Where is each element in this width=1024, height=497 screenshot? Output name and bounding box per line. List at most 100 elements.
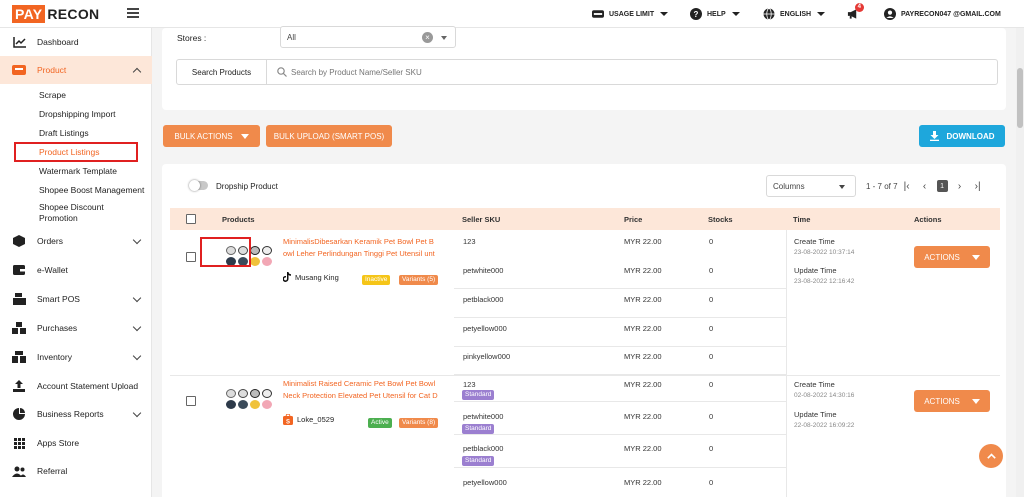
stores-select[interactable]: All × — [280, 26, 456, 48]
variants-badge[interactable]: Variants (8) — [399, 418, 439, 428]
col-price: Price — [624, 215, 643, 224]
divider — [786, 230, 787, 375]
row-actions-button[interactable]: ACTIONS — [914, 246, 990, 268]
filter-card: Stores : All × Search Products — [162, 26, 1006, 110]
sidebar-subitem-dropshipping-import[interactable]: Dropshipping Import — [39, 109, 116, 120]
divider — [454, 288, 786, 289]
thumbnail — [226, 389, 236, 398]
search-group: Search Products — [176, 59, 998, 85]
stock: 0 — [709, 295, 714, 304]
shop-info: S Loke_0529 — [283, 414, 334, 425]
sidebar-item-referral[interactable]: Referral — [0, 457, 152, 485]
sidebar-item-orders[interactable]: Orders — [0, 227, 152, 255]
top-bar: PAY RECON USAGE LIMIT ? HELP ENGLISH 4 P… — [0, 0, 1024, 28]
product-name-link[interactable]: Minimalist Raised Ceramic Pet Bowl Pet B… — [283, 378, 441, 402]
sidebar-subitem-shopee-discount[interactable]: Shopee Discount Promotion — [39, 202, 104, 224]
stock: 0 — [709, 444, 714, 453]
update-time-value: 23-08-2022 12:16:42 — [794, 278, 855, 285]
sidebar-item-business-reports[interactable]: Business Reports — [0, 400, 152, 428]
price: MYR 22.00 — [624, 266, 662, 275]
divider — [786, 375, 787, 497]
scrollbar-thumb[interactable] — [1017, 68, 1023, 128]
sidebar-item-dashboard[interactable]: Dashboard — [0, 28, 152, 56]
hamburger-menu-icon[interactable] — [127, 8, 139, 18]
bulk-actions-button[interactable]: BULK ACTIONS — [163, 125, 260, 147]
sidebar-item-smart-pos[interactable]: Smart POS — [0, 285, 152, 313]
shop-name: Musang King — [295, 272, 339, 282]
language-menu[interactable]: ENGLISH — [763, 7, 826, 21]
next-page-icon[interactable]: › — [954, 179, 966, 193]
thumbnail — [238, 400, 248, 409]
chevron-down-icon — [441, 36, 447, 40]
tiktok-icon — [283, 272, 291, 282]
select-all-checkbox[interactable] — [186, 214, 196, 224]
thumbnail — [262, 246, 272, 255]
logo-recon: RECON — [47, 6, 100, 22]
product-name-link[interactable]: MinimalisDibesarkan Keramik Pet Bowl Pet… — [283, 236, 441, 260]
language-label: ENGLISH — [780, 10, 812, 18]
stock: 0 — [709, 352, 714, 361]
sidebar-label: e-Wallet — [37, 265, 68, 275]
page-scrollbar[interactable] — [1016, 28, 1024, 497]
sidebar-subitem-draft-listings[interactable]: Draft Listings — [39, 128, 89, 139]
sidebar-subitem-watermark-template[interactable]: Watermark Template — [39, 166, 117, 177]
sidebar-item-apps-store[interactable]: Apps Store — [0, 429, 152, 457]
logo-pay: PAY — [12, 5, 46, 23]
row-actions-button[interactable]: ACTIONS — [914, 390, 990, 412]
sidebar-label: Referral — [37, 466, 68, 476]
product-name-line: Minimalist Raised Ceramic Pet Bowl Pet B… — [283, 379, 436, 388]
divider — [454, 467, 786, 468]
row-checkbox[interactable] — [186, 396, 196, 406]
scroll-to-top-button[interactable] — [979, 444, 1003, 468]
sidebar-item-purchases[interactable]: Purchases — [0, 314, 152, 342]
row-checkbox[interactable] — [186, 252, 196, 262]
sidebar-item-inventory[interactable]: Inventory — [0, 343, 152, 371]
download-button[interactable]: DOWNLOAD — [919, 125, 1005, 147]
thumbnail — [250, 389, 260, 398]
product-name-line: MinimalisDibesarkan Keramik Pet Bowl Pet… — [283, 237, 434, 246]
pagination: 1 - 7 of 7 |‹ ‹ 1 › ›| — [866, 178, 987, 194]
product-table-card: Dropship Product Columns 1 - 7 of 7 |‹ ‹… — [162, 164, 1006, 497]
current-page[interactable]: 1 — [936, 180, 948, 192]
search-icon — [277, 67, 287, 79]
shopee-icon: S — [283, 414, 293, 425]
search-input[interactable] — [291, 64, 981, 80]
product-name-line: Neck Protection Elevated Pet Utensil for… — [283, 391, 438, 400]
app-logo[interactable]: PAY RECON — [12, 5, 99, 23]
seller-sku: petwhite000 — [463, 266, 504, 275]
help-menu[interactable]: ? HELP — [690, 7, 740, 21]
variants-badge[interactable]: Variants (5) — [399, 275, 439, 285]
user-menu[interactable]: PAYRECON047 @GMAIL.COM — [884, 7, 1001, 21]
sidebar-subitem-shopee-boost[interactable]: Shopee Boost Management — [39, 185, 144, 196]
prev-page-icon[interactable]: ‹ — [919, 179, 931, 193]
clear-icon[interactable]: × — [422, 32, 433, 43]
row-actions-label: ACTIONS — [924, 252, 960, 262]
columns-select[interactable]: Columns — [766, 175, 856, 197]
notifications-button[interactable]: 4 — [847, 3, 864, 21]
status-badge: Inactive — [362, 275, 391, 285]
sidebar-item-account-statement[interactable]: Account Statement Upload — [0, 372, 152, 400]
sidebar-label: Purchases — [37, 323, 78, 333]
thumbnail — [262, 400, 272, 409]
last-page-icon[interactable]: ›| — [972, 179, 984, 193]
bulk-upload-button[interactable]: BULK UPLOAD (SMART POS) — [266, 125, 392, 147]
pie-chart-icon — [12, 407, 26, 421]
product-thumbnails — [226, 389, 272, 409]
sidebar-item-ewallet[interactable]: e-Wallet — [0, 256, 152, 284]
first-page-icon[interactable]: |‹ — [901, 179, 913, 193]
sidebar-subitem-scrape[interactable]: Scrape — [39, 90, 66, 101]
line-chart-icon — [12, 35, 26, 49]
sidebar-item-product[interactable]: Product — [0, 56, 152, 84]
table-header: Products Seller SKU Price Stocks Time Ac… — [170, 208, 1000, 230]
shop-info: Musang King — [283, 272, 339, 282]
price: MYR 22.00 — [624, 478, 662, 487]
sidebar-label: Apps Store — [37, 438, 80, 448]
usage-limit-menu[interactable]: USAGE LIMIT — [592, 7, 669, 21]
thumbnail — [250, 257, 260, 266]
dropship-toggle[interactable] — [189, 180, 208, 191]
update-time-label: Update Time — [794, 410, 837, 419]
highlight-annotation — [14, 142, 138, 162]
chevron-down-icon — [132, 235, 142, 245]
usage-limit-label: USAGE LIMIT — [609, 10, 655, 18]
chevron-down-icon — [971, 254, 980, 260]
